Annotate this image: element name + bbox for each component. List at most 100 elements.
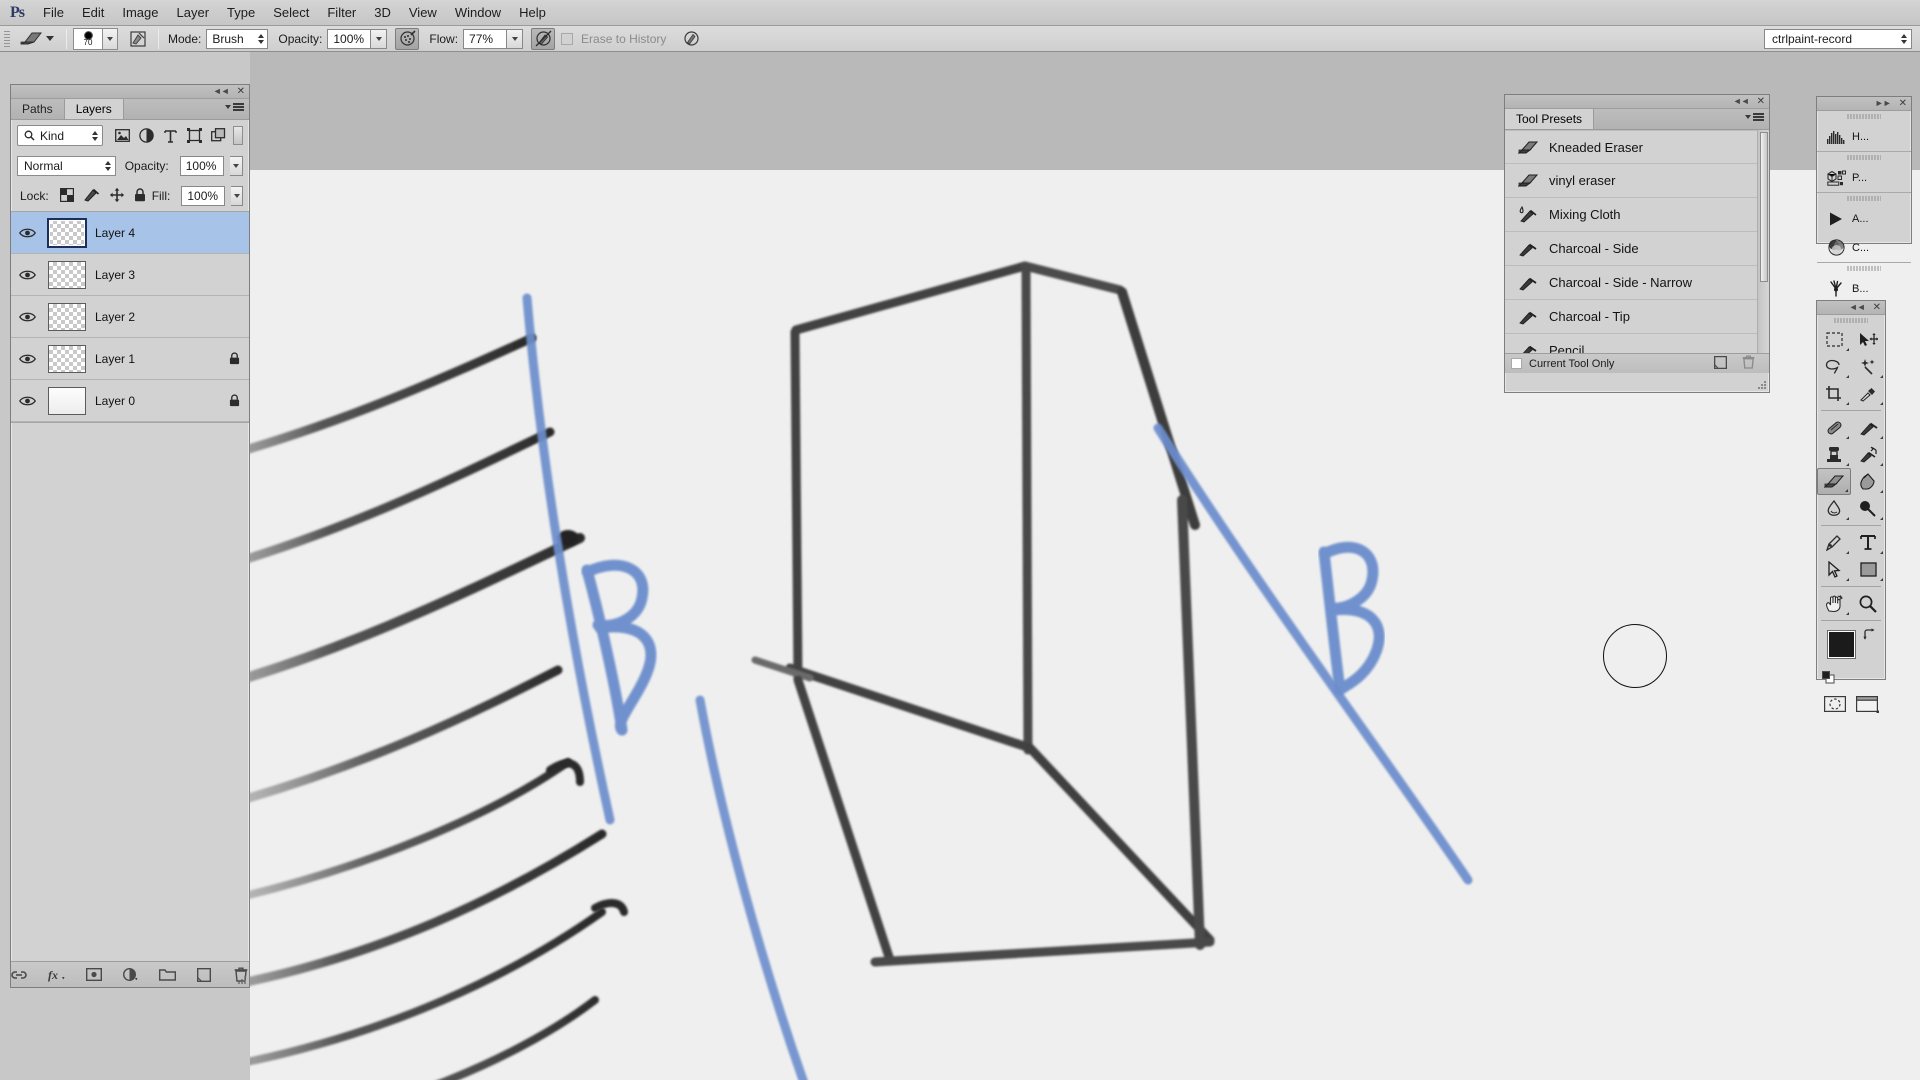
collapse-icon[interactable]: ◄◄ bbox=[1733, 97, 1750, 106]
layer-opacity-slider-button[interactable] bbox=[229, 156, 243, 176]
layer-visibility-toggle[interactable] bbox=[11, 395, 43, 407]
menu-edit[interactable]: Edit bbox=[73, 0, 113, 26]
foreground-color-swatch[interactable] bbox=[1828, 631, 1855, 658]
lock-all-icon[interactable] bbox=[134, 187, 146, 205]
layer-visibility-toggle[interactable] bbox=[11, 269, 43, 281]
scrollbar-thumb[interactable] bbox=[1760, 132, 1768, 282]
menu-3d[interactable]: 3D bbox=[365, 0, 400, 26]
dock-grip[interactable] bbox=[1847, 195, 1881, 202]
tool-presets-list[interactable]: Kneaded Eraser vinyl eraser Mixing Cloth… bbox=[1505, 130, 1769, 353]
crop-tool[interactable] bbox=[1817, 380, 1851, 407]
menu-layer[interactable]: Layer bbox=[168, 0, 219, 26]
default-colors-icon[interactable] bbox=[1822, 671, 1835, 684]
swap-colors-icon[interactable] bbox=[1863, 628, 1876, 644]
dock-grip[interactable] bbox=[1847, 154, 1881, 161]
smart-object-filter-icon[interactable] bbox=[210, 127, 227, 144]
list-item[interactable]: Mixing Cloth bbox=[1505, 198, 1769, 232]
sidebar-item-histogram[interactable]: H... bbox=[1817, 122, 1911, 151]
erase-to-history-row[interactable]: Erase to History bbox=[561, 32, 671, 46]
menu-filter[interactable]: Filter bbox=[318, 0, 365, 26]
quick-mask-icon[interactable] bbox=[1823, 695, 1847, 713]
panel-menu-icon[interactable] bbox=[225, 103, 244, 111]
layer-filter-kind-select[interactable]: Kind bbox=[17, 125, 104, 146]
new-tool-preset-icon[interactable] bbox=[1714, 355, 1727, 372]
zoom-tool[interactable] bbox=[1851, 590, 1885, 617]
menu-window[interactable]: Window bbox=[446, 0, 510, 26]
layer-opacity-input[interactable]: 100% bbox=[179, 156, 224, 176]
layer-thumbnail[interactable] bbox=[43, 217, 91, 248]
table-row[interactable]: Layer 3 bbox=[11, 254, 249, 296]
tools-palette-grip[interactable] bbox=[1834, 317, 1868, 324]
list-item[interactable]: Charcoal - Side bbox=[1505, 232, 1769, 266]
panel-resize-grip[interactable] bbox=[238, 976, 247, 985]
tab-paths[interactable]: Paths bbox=[11, 99, 65, 119]
sidebar-item-brush[interactable]: B... bbox=[1817, 274, 1911, 303]
pen-tool[interactable] bbox=[1817, 529, 1851, 556]
tab-layers[interactable]: Layers bbox=[64, 99, 124, 119]
layer-visibility-toggle[interactable] bbox=[11, 353, 43, 365]
brush-panel-icon[interactable] bbox=[124, 28, 152, 50]
menu-view[interactable]: View bbox=[400, 0, 446, 26]
brush-preset-picker-button[interactable] bbox=[103, 27, 118, 50]
lock-transparent-pixels-icon[interactable] bbox=[59, 187, 74, 205]
path-selection-tool[interactable] bbox=[1817, 556, 1851, 583]
rectangular-marquee-tool[interactable] bbox=[1817, 326, 1851, 353]
close-icon[interactable]: ✕ bbox=[1899, 98, 1907, 109]
sidebar-item-channels[interactable]: C... bbox=[1817, 233, 1911, 262]
layer-fill-input[interactable]: 100% bbox=[181, 186, 226, 206]
flow-input[interactable]: 77% bbox=[463, 28, 508, 49]
opacity-slider-button[interactable] bbox=[371, 28, 388, 49]
move-tool[interactable] bbox=[1851, 326, 1885, 353]
opacity-input[interactable]: 100% bbox=[327, 28, 372, 49]
close-icon[interactable]: ✕ bbox=[1873, 302, 1881, 313]
collapse-icon[interactable]: ◄◄ bbox=[1849, 303, 1866, 312]
shape-layer-filter-icon[interactable] bbox=[186, 127, 203, 144]
eyedropper-tool[interactable] bbox=[1851, 380, 1885, 407]
eraser-tool[interactable] bbox=[1817, 468, 1851, 495]
panel-resize-grip[interactable] bbox=[1758, 381, 1767, 390]
layer-thumbnail[interactable] bbox=[43, 302, 91, 331]
close-icon[interactable]: ✕ bbox=[237, 86, 245, 97]
menu-type[interactable]: Type bbox=[218, 0, 264, 26]
rectangle-tool[interactable] bbox=[1851, 556, 1885, 583]
list-item[interactable]: Kneaded Eraser bbox=[1505, 130, 1769, 164]
hand-tool[interactable] bbox=[1817, 590, 1851, 617]
tab-tool-presets[interactable]: Tool Presets bbox=[1505, 109, 1595, 129]
sidebar-item-properties[interactable]: P... bbox=[1817, 163, 1911, 192]
dock-grip[interactable] bbox=[1847, 265, 1881, 272]
options-bar-grip[interactable] bbox=[2, 28, 12, 49]
type-tool[interactable] bbox=[1851, 529, 1885, 556]
layer-fill-slider-button[interactable] bbox=[231, 186, 243, 206]
list-item[interactable]: Charcoal - Side - Narrow bbox=[1505, 266, 1769, 300]
delete-tool-preset-icon[interactable] bbox=[1742, 355, 1755, 372]
new-layer-icon[interactable] bbox=[196, 966, 213, 984]
pixel-layer-filter-icon[interactable] bbox=[114, 127, 131, 144]
table-row[interactable]: Layer 2 bbox=[11, 296, 249, 338]
table-row[interactable]: Layer 0 bbox=[11, 380, 249, 422]
list-item[interactable]: vinyl eraser bbox=[1505, 164, 1769, 198]
new-adjustment-layer-icon[interactable] bbox=[122, 966, 139, 984]
menu-image[interactable]: Image bbox=[113, 0, 167, 26]
close-icon[interactable]: ✕ bbox=[1757, 96, 1765, 107]
gradient-tool[interactable] bbox=[1851, 468, 1885, 495]
panel-menu-icon[interactable] bbox=[1745, 113, 1764, 121]
tablet-pressure-icon[interactable] bbox=[531, 27, 556, 50]
layer-filter-enable-toggle[interactable] bbox=[233, 126, 243, 145]
list-item[interactable]: Charcoal - Tip bbox=[1505, 300, 1769, 334]
screen-mode-icon[interactable] bbox=[1855, 695, 1879, 713]
erase-to-history-checkbox[interactable] bbox=[561, 32, 574, 45]
lock-position-icon[interactable] bbox=[109, 187, 124, 205]
quick-selection-tool[interactable] bbox=[1851, 353, 1885, 380]
layer-thumbnail[interactable] bbox=[43, 386, 91, 415]
brush-tool[interactable] bbox=[1851, 414, 1885, 441]
lock-image-pixels-icon[interactable] bbox=[83, 188, 100, 205]
healing-brush-tool[interactable] bbox=[1817, 414, 1851, 441]
layer-style-fx-icon[interactable]: fx bbox=[48, 966, 66, 984]
menu-file[interactable]: File bbox=[34, 0, 73, 26]
dodge-tool[interactable] bbox=[1851, 495, 1885, 522]
layer-visibility-toggle[interactable] bbox=[11, 311, 43, 323]
flow-slider-button[interactable] bbox=[507, 28, 524, 49]
list-item[interactable]: Pencil bbox=[1505, 334, 1769, 353]
lasso-tool[interactable] bbox=[1817, 353, 1851, 380]
history-brush-tool[interactable] bbox=[1851, 441, 1885, 468]
